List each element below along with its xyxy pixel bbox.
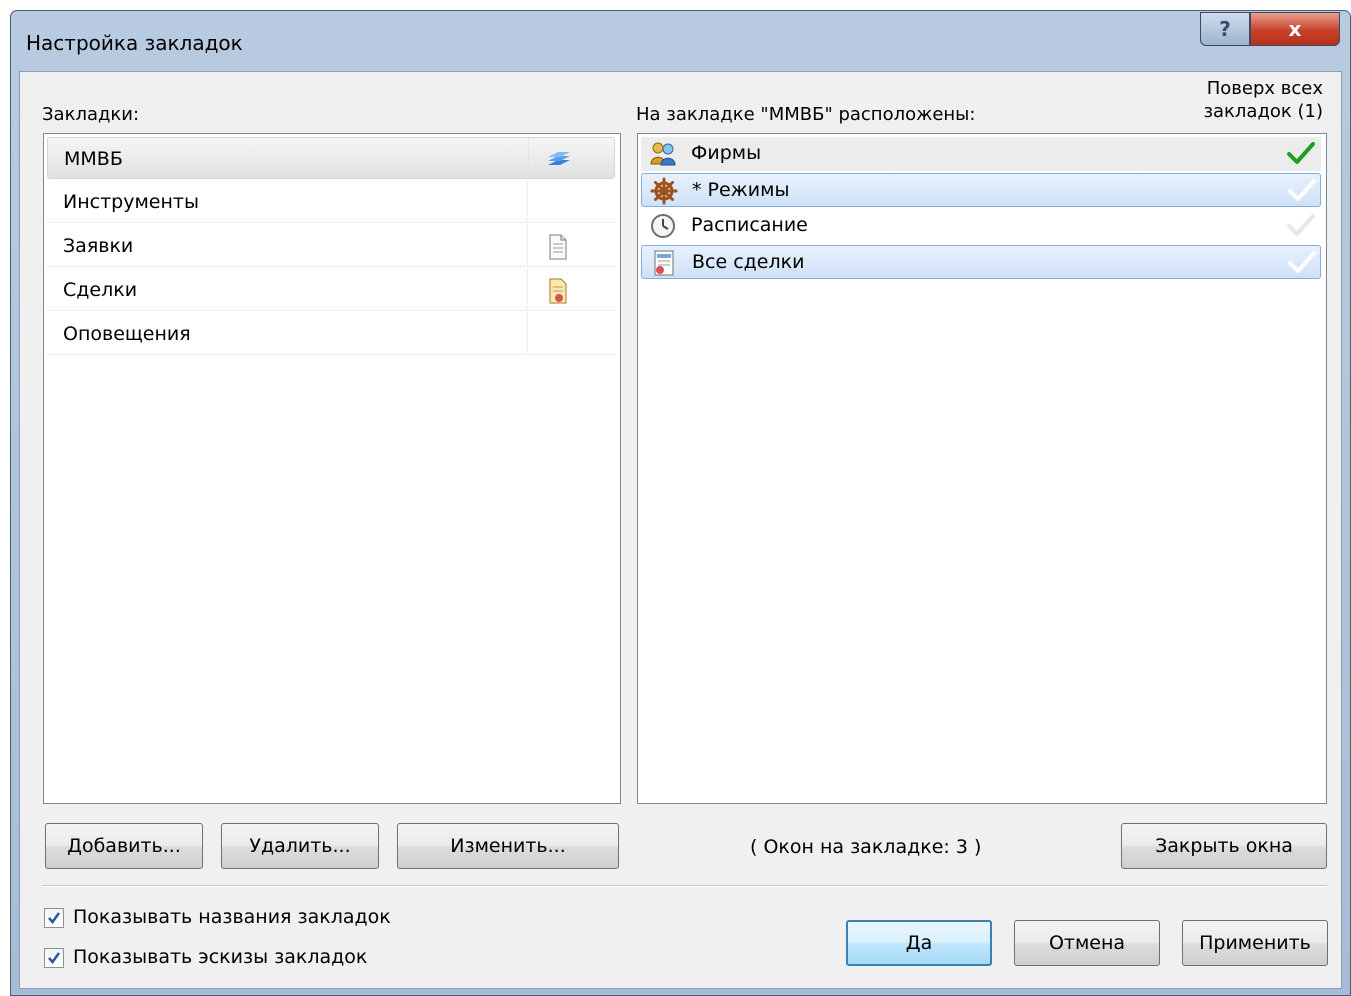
close-button[interactable]: x (1250, 12, 1340, 46)
list-item[interactable]: Заявки (47, 225, 615, 267)
show-thumbnails-checkbox[interactable] (44, 948, 64, 968)
ok-button[interactable]: Да (846, 920, 992, 966)
certificate-icon (543, 277, 571, 304)
list-item[interactable]: Инструменты (47, 181, 615, 223)
deals-icon (650, 249, 678, 277)
window-title: Настройка закладок (26, 31, 243, 55)
stack-icon (544, 146, 572, 172)
column-divider (527, 181, 528, 222)
list-item[interactable]: Расписание (641, 209, 1321, 243)
show-names-checkbox[interactable] (44, 908, 64, 928)
help-button[interactable]: ? (1200, 12, 1250, 46)
list-item-label: Заявки (63, 235, 134, 257)
on-top-checkmark-icon[interactable] (1282, 176, 1320, 206)
on-top-header-line2: закладок (1) (1203, 101, 1323, 122)
title-bar[interactable]: Настройка закладок ? x (11, 11, 1350, 71)
delete-button[interactable]: Удалить... (221, 823, 379, 869)
list-item-label: ММВБ (64, 148, 123, 170)
list-item-label: Все сделки (692, 251, 805, 273)
show-names-label[interactable]: Показывать названия закладок (73, 906, 391, 928)
bookmarks-list[interactable]: ММВБ Инструменты Заявки Сделки Оповещени… (43, 133, 621, 804)
list-item-label: Инструменты (63, 191, 199, 213)
list-item[interactable]: Все сделки (641, 245, 1321, 279)
checkmark-icon (48, 952, 61, 965)
bookmark-windows-list[interactable]: Фирмы * Режимы Расписание Все сделки (637, 133, 1327, 804)
divider (42, 885, 1327, 887)
apply-button[interactable]: Применить (1182, 920, 1328, 966)
wheel-icon (650, 177, 678, 205)
on-top-checkmark-icon[interactable] (1281, 211, 1319, 241)
bookmarks-label: Закладки: (42, 104, 140, 125)
list-item-label: Расписание (691, 214, 808, 236)
dialog-window: Настройка закладок ? x Закладки: На закл… (10, 10, 1351, 996)
document-icon (543, 233, 571, 260)
close-windows-button[interactable]: Закрыть окна (1121, 823, 1327, 869)
column-divider (527, 225, 528, 266)
cancel-button[interactable]: Отмена (1014, 920, 1160, 966)
column-divider (527, 269, 528, 310)
edit-button[interactable]: Изменить... (397, 823, 619, 869)
list-item[interactable]: Оповещения (47, 313, 615, 355)
list-item-label: Сделки (63, 279, 138, 301)
bookmark-contents-label: На закладке "ММВБ" расположены: (636, 104, 976, 125)
list-item[interactable]: Фирмы (641, 137, 1321, 171)
on-top-checkmark-icon[interactable] (1282, 248, 1320, 278)
on-top-header-line1: Поверх всех (1206, 78, 1323, 99)
clock-icon (649, 212, 677, 240)
on-top-header: Поверх всех закладок (1) (1196, 78, 1323, 122)
list-item[interactable]: ММВБ (47, 137, 615, 179)
add-button[interactable]: Добавить... (45, 823, 203, 869)
users-icon (649, 140, 677, 168)
list-item-label: Оповещения (63, 323, 191, 345)
column-divider (527, 313, 528, 354)
windows-count-status: ( Окон на закладке: 3 ) (750, 836, 982, 858)
column-divider (528, 138, 529, 178)
checkmark-icon (48, 912, 61, 925)
list-item-label: Фирмы (691, 142, 762, 164)
list-item-label: * Режимы (692, 179, 790, 201)
list-item[interactable]: Сделки (47, 269, 615, 311)
show-thumbnails-label[interactable]: Показывать эскизы закладок (73, 946, 367, 968)
list-item[interactable]: * Режимы (641, 173, 1321, 207)
on-top-checkmark-icon[interactable] (1281, 139, 1319, 169)
dialog-body: Закладки: На закладке "ММВБ" расположены… (19, 71, 1342, 989)
